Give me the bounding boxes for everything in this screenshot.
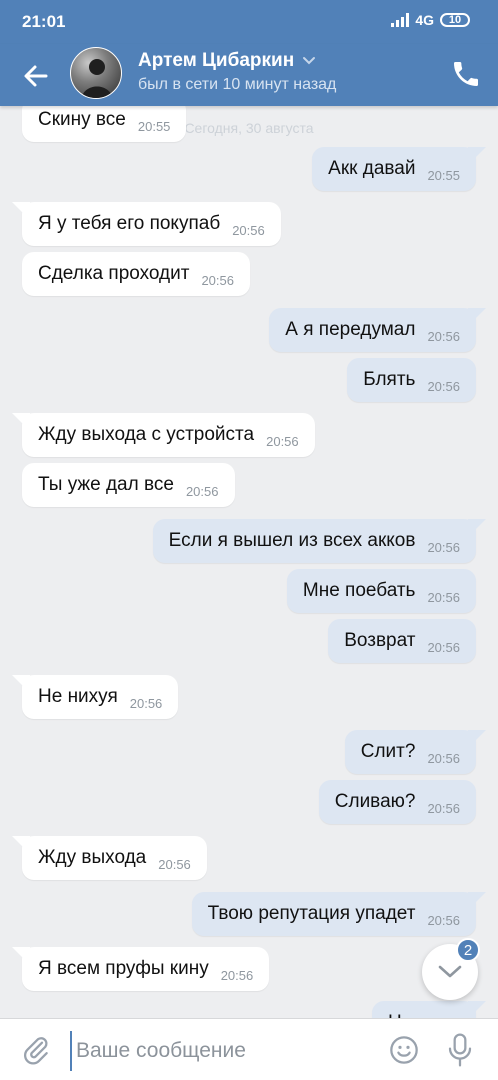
- scroll-to-bottom-button[interactable]: 2: [422, 938, 480, 1000]
- message-time: 20:56: [427, 378, 460, 394]
- message-time: 20:56: [185, 483, 219, 499]
- status-time: 21:01: [22, 12, 66, 31]
- message-time: 20:56: [232, 222, 265, 238]
- message-outgoing[interactable]: Мне поебать 20:56: [286, 569, 476, 613]
- message-text: Скину все: [38, 109, 126, 130]
- message-outgoing[interactable]: Н: [372, 1001, 476, 1018]
- message-time: 20:56: [427, 328, 460, 344]
- message-text: А я передумал: [285, 319, 416, 340]
- unread-count-badge: 2: [456, 938, 480, 962]
- message-text: Не нихуя: [38, 686, 118, 707]
- message-text: Я всем пруфы кину: [38, 958, 209, 979]
- voice-message-button[interactable]: [444, 1032, 476, 1068]
- message-incoming[interactable]: Я у тебя его покупаб 20:56: [22, 202, 281, 246]
- chat-header: Артем Цибаркин был в сети 10 минут назад: [0, 44, 498, 106]
- message-outgoing[interactable]: Возврат 20:56: [328, 619, 476, 663]
- message-time: 20:56: [427, 750, 460, 766]
- message-incoming[interactable]: Сделка проходит 20:56: [22, 252, 250, 296]
- message-outgoing[interactable]: Если я вышел из всех акков 20:56: [152, 519, 476, 563]
- status-icons: 4G 10: [391, 12, 470, 28]
- message-text: Слит?: [360, 741, 416, 762]
- message-text: Я у тебя его покупаб: [38, 213, 221, 234]
- avatar-photo-icon: [81, 59, 113, 98]
- paperclip-icon: [24, 1037, 48, 1065]
- message-time: 20:56: [129, 695, 163, 711]
- network-type: 4G: [415, 12, 434, 28]
- message-outgoing[interactable]: Твою репутация упадет 20:56: [191, 892, 476, 936]
- message-incoming[interactable]: Жду выхода 20:56: [22, 836, 207, 880]
- message-list[interactable]: Сегодня, 30 августа Скину все 20:55 Акк …: [0, 106, 498, 1018]
- message-text: Ты уже дал все: [38, 474, 174, 495]
- message-time: 20:55: [137, 118, 171, 134]
- battery-level: 10: [448, 14, 462, 26]
- message-incoming[interactable]: Жду выхода с устройста 20:56: [22, 413, 315, 457]
- message-composer: [0, 1018, 498, 1080]
- message-text: Мне поебать: [302, 580, 416, 601]
- message-text: Блять: [363, 369, 416, 390]
- message-text: Сделка проходит: [38, 263, 190, 284]
- arrow-left-icon: [24, 65, 48, 87]
- message-outgoing[interactable]: Слит? 20:56: [344, 730, 476, 774]
- message-time: 20:56: [158, 856, 191, 872]
- message-outgoing[interactable]: Акк давай 20:55: [312, 147, 476, 191]
- message-time: 20:56: [201, 272, 234, 288]
- smile-icon: [390, 1036, 418, 1064]
- message-text: Жду выхода с устройста: [38, 424, 255, 445]
- avatar[interactable]: [70, 47, 122, 99]
- message-time: 20:56: [427, 539, 460, 555]
- message-text: Сливаю?: [334, 791, 416, 812]
- message-outgoing[interactable]: Сливаю? 20:56: [318, 780, 476, 824]
- message-text: Твою репутация упадет: [207, 903, 416, 924]
- call-button[interactable]: [450, 58, 482, 90]
- message-incoming[interactable]: Не нихуя 20:56: [22, 675, 179, 719]
- message-incoming[interactable]: Я всем пруфы кину 20:56: [22, 947, 270, 991]
- message-text: Акк давай: [328, 158, 416, 179]
- message-text: Жду выхода: [38, 847, 147, 868]
- emoji-button[interactable]: [388, 1034, 420, 1066]
- attach-button[interactable]: [20, 1034, 52, 1066]
- chevron-down-icon: [303, 57, 316, 65]
- message-incoming[interactable]: Ты уже дал все 20:56: [22, 463, 235, 507]
- message-incoming[interactable]: Скину все 20:55: [22, 106, 187, 142]
- message-time: 20:56: [427, 639, 460, 655]
- message-time: 20:56: [266, 433, 299, 449]
- microphone-icon: [448, 1033, 472, 1067]
- message-outgoing[interactable]: Блять 20:56: [347, 358, 476, 402]
- message-time: 20:55: [427, 167, 460, 183]
- chevron-down-icon: [438, 965, 462, 978]
- message-text: Если я вышел из всех акков: [168, 530, 416, 551]
- contact-status: был в сети 10 минут назад: [138, 76, 337, 93]
- phone-icon: [454, 62, 478, 86]
- signal-icon: [391, 13, 410, 27]
- contact-name[interactable]: Артем Цибаркин: [138, 50, 316, 72]
- status-bar: 21:01 4G 10: [0, 0, 498, 44]
- message-input[interactable]: [70, 1031, 378, 1071]
- message-time: 20:56: [427, 589, 460, 605]
- battery-icon: 10: [440, 13, 470, 27]
- message-time: 20:56: [427, 800, 460, 816]
- message-time: 20:56: [220, 967, 254, 983]
- message-text: Возврат: [344, 630, 416, 651]
- contact-name-text: Артем Цибаркин: [138, 50, 295, 71]
- message-time: 20:56: [427, 912, 460, 928]
- back-button[interactable]: [18, 58, 54, 94]
- message-outgoing[interactable]: А я передумал 20:56: [269, 308, 476, 352]
